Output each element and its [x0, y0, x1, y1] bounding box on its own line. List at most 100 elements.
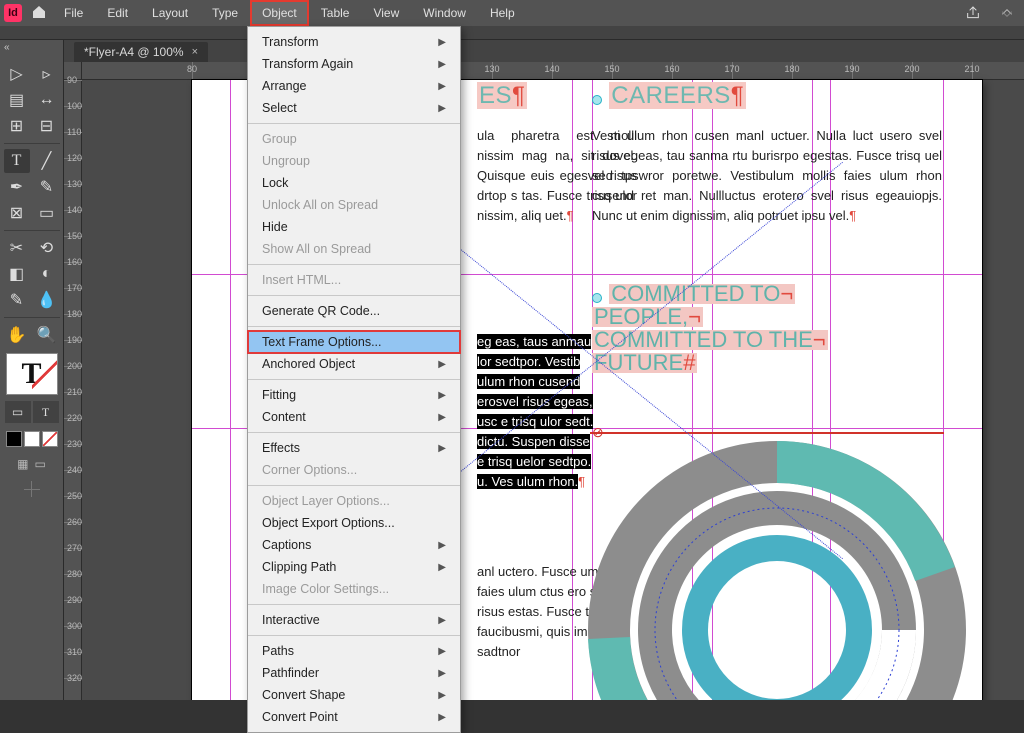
menu-item-label: Transform	[262, 35, 319, 49]
thread-in-port-icon[interactable]	[592, 95, 602, 105]
menu-item-label: Content	[262, 410, 306, 424]
selected-text-line: erosvel risus egeas,	[477, 394, 593, 409]
menu-item-captions[interactable]: Captions▶	[248, 534, 460, 556]
eyedropper-tool-icon[interactable]: 💧	[34, 288, 60, 312]
menu-separator	[248, 604, 460, 605]
horizontal-ruler[interactable]: 8090100110120130140150160170180190200210	[82, 62, 1024, 80]
menu-item-label: Ungroup	[262, 154, 310, 168]
menu-item-label: Lock	[262, 176, 288, 190]
content-placer-tool-icon[interactable]: ⊟	[34, 114, 60, 138]
menu-item-label: Arrange	[262, 79, 306, 93]
menu-item-transform[interactable]: Transform▶	[248, 31, 460, 53]
submenu-arrow-icon: ▶	[438, 615, 446, 626]
menu-layout[interactable]: Layout	[140, 0, 200, 26]
close-icon[interactable]: ×	[192, 46, 198, 58]
menu-item-object-export-options[interactable]: Object Export Options...	[248, 512, 460, 534]
menu-file[interactable]: File	[52, 0, 95, 26]
scissors-tool-icon[interactable]: ✂	[4, 236, 30, 260]
zoom-tool-icon[interactable]: 🔍	[34, 323, 60, 347]
menu-edit[interactable]: Edit	[95, 0, 140, 26]
document-tab-strip: *Flyer-A4 @ 100% ×	[0, 40, 1024, 62]
menu-item-pathfinder[interactable]: Pathfinder▶	[248, 662, 460, 684]
menu-item-transform-again[interactable]: Transform Again▶	[248, 53, 460, 75]
menu-help[interactable]: Help	[478, 0, 527, 26]
home-icon[interactable]	[26, 4, 52, 23]
tools-panel: « ▷▹▤↔⊞⊟T╱✒✎⊠▭✂⟲◧◐✎💧✋🔍 T ▭ T ▦ ▭	[0, 40, 64, 700]
thread-in-port-icon[interactable]	[592, 293, 602, 303]
menu-item-text-frame-options[interactable]: Text Frame Options...	[248, 331, 460, 353]
gradient-feather-tool-icon[interactable]: ◐	[34, 262, 60, 286]
app-logo: Id	[0, 0, 26, 26]
menu-separator	[248, 379, 460, 380]
menu-separator	[248, 295, 460, 296]
formatting-text-icon[interactable]: T	[33, 401, 59, 423]
direct-selection-tool-icon[interactable]: ▹	[34, 62, 60, 86]
selected-text-line: e trisq uelor sedtpo.	[477, 454, 591, 469]
selection-tool-icon[interactable]: ▷	[4, 62, 30, 86]
menu-item-label: Unlock All on Spread	[262, 198, 378, 212]
menu-type[interactable]: Type	[200, 0, 250, 26]
menu-item-label: Group	[262, 132, 297, 146]
menu-item-generate-qr-code[interactable]: Generate QR Code...	[248, 300, 460, 322]
line-tool-icon[interactable]: ╱	[34, 149, 60, 173]
panel-collapse-icon[interactable]: «	[4, 42, 10, 53]
fill-stroke-swatches[interactable]	[6, 431, 58, 447]
default-formatting-icon[interactable]: T	[6, 353, 58, 395]
menu-item-label: Hide	[262, 220, 288, 234]
vertical-ruler[interactable]: 9010011012013014015016017018019020021022…	[64, 80, 82, 700]
screen-mode-icon[interactable]: ▭	[35, 457, 46, 471]
menu-item-label: Insert HTML...	[262, 273, 341, 287]
gap-tool-icon[interactable]: ↔	[34, 88, 60, 112]
note-tool-icon[interactable]: ✎	[4, 288, 30, 312]
menu-item-convert-point[interactable]: Convert Point▶	[248, 706, 460, 728]
submenu-arrow-icon: ▶	[438, 103, 446, 114]
menu-table[interactable]: Table	[309, 0, 362, 26]
hand-tool-icon[interactable]: ✋	[4, 323, 30, 347]
document-tab[interactable]: *Flyer-A4 @ 100% ×	[74, 42, 208, 62]
free-transform-tool-icon[interactable]: ⟲	[34, 236, 60, 260]
formatting-container-icon[interactable]: ▭	[5, 401, 31, 423]
menu-item-show-all-on-spread: Show All on Spread	[248, 238, 460, 260]
type-tool-icon[interactable]: T	[4, 149, 30, 173]
selected-text-line: u. Ves ulum rhon.	[477, 474, 578, 489]
menu-object[interactable]: Object	[250, 0, 309, 26]
document-canvas[interactable]: ES¶ ula pharetra est molli nissim mag na…	[82, 80, 1024, 700]
menu-separator	[248, 264, 460, 265]
menu-item-fitting[interactable]: Fitting▶	[248, 384, 460, 406]
pencil-tool-icon[interactable]: ✎	[34, 175, 60, 199]
menu-window[interactable]: Window	[411, 0, 478, 26]
menu-view[interactable]: View	[361, 0, 411, 26]
menu-item-select[interactable]: Select ▶	[248, 97, 460, 119]
pen-tool-icon[interactable]: ✒	[4, 175, 30, 199]
menu-item-clipping-path[interactable]: Clipping Path ▶	[248, 556, 460, 578]
heading-right: CAREERS¶	[592, 86, 746, 109]
menu-separator	[248, 485, 460, 486]
submenu-arrow-icon: ▶	[438, 540, 446, 551]
submenu-arrow-icon: ▶	[438, 562, 446, 573]
menu-item-paths[interactable]: Paths▶	[248, 640, 460, 662]
object-menu-dropdown: Transform▶Transform Again▶Arrange▶Select…	[247, 26, 461, 733]
menu-item-content[interactable]: Content▶	[248, 406, 460, 428]
menu-item-effects[interactable]: Effects▶	[248, 437, 460, 459]
menu-item-label: Clipping Path	[262, 560, 336, 574]
menu-item-label: Select	[262, 101, 297, 115]
share-icon[interactable]	[956, 0, 990, 26]
menu-item-interactive[interactable]: Interactive▶	[248, 609, 460, 631]
menu-item-ungroup: Ungroup	[248, 150, 460, 172]
app-menubar: Id FileEditLayoutTypeObjectTableViewWind…	[0, 0, 1024, 26]
view-mode-icon[interactable]: ▦	[17, 457, 28, 471]
menu-item-anchored-object[interactable]: Anchored Object▶	[248, 353, 460, 375]
rectangle-tool-icon[interactable]: ▭	[34, 201, 60, 225]
workspace-switcher-icon[interactable]	[990, 0, 1024, 26]
content-collector-tool-icon[interactable]: ⊞	[4, 114, 30, 138]
menu-item-lock[interactable]: Lock	[248, 172, 460, 194]
screen-mode-grid-icon[interactable]	[24, 481, 40, 497]
heading-left: ES¶	[477, 86, 527, 109]
menu-item-label: Paths	[262, 644, 294, 658]
rectangle-frame-tool-icon[interactable]: ⊠	[4, 201, 30, 225]
menu-item-arrange[interactable]: Arrange▶	[248, 75, 460, 97]
page-tool-icon[interactable]: ▤	[4, 88, 30, 112]
menu-item-convert-shape[interactable]: Convert Shape▶	[248, 684, 460, 706]
menu-item-hide[interactable]: Hide	[248, 216, 460, 238]
gradient-swatch-tool-icon[interactable]: ◧	[4, 262, 30, 286]
